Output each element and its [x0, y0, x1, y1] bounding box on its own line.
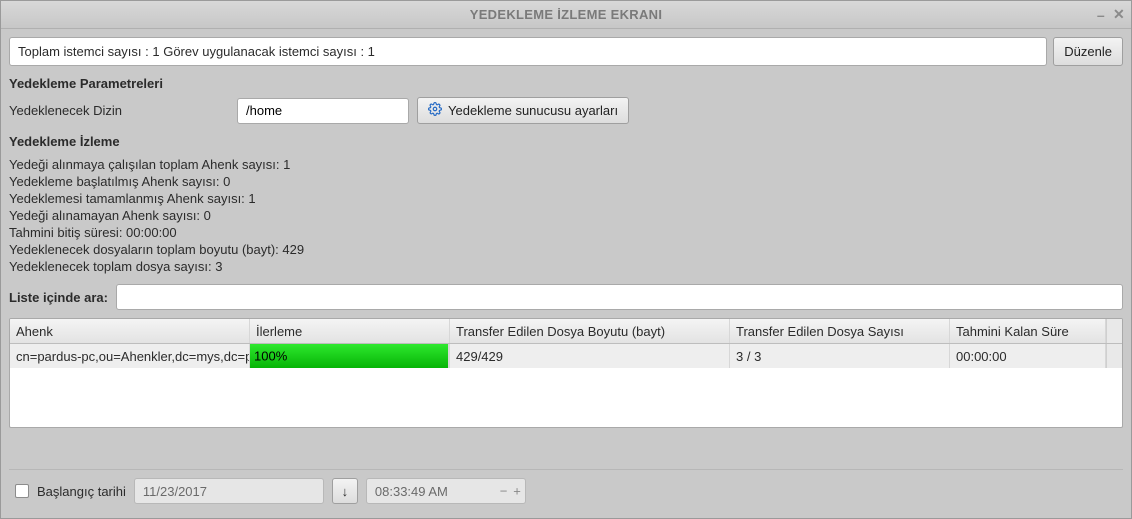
backup-table: Ahenk İlerleme Transfer Edilen Dosya Boy… — [9, 318, 1123, 428]
scrollbar[interactable] — [1106, 344, 1122, 368]
table-row[interactable]: cn=pardus-pc,ou=Ahenkler,dc=mys,dc=pardu… — [10, 344, 1122, 368]
stat-line: Yedeği alınmaya çalışılan toplam Ahenk s… — [9, 157, 1123, 172]
stat-line: Tahmini bitiş süresi: 00:00:00 — [9, 225, 1123, 240]
search-row: Liste içinde ara: — [9, 284, 1123, 310]
cell-eta: 00:00:00 — [950, 344, 1106, 368]
client-summary-field: Toplam istemci sayısı : 1 Görev uygulana… — [9, 37, 1047, 66]
edit-button-label: Düzenle — [1064, 44, 1112, 59]
info-bar-row: Toplam istemci sayısı : 1 Görev uygulana… — [9, 37, 1123, 66]
server-settings-button[interactable]: Yedekleme sunucusu ayarları — [417, 97, 629, 124]
cell-files: 3 / 3 — [730, 344, 950, 368]
time-stepper: − + — [500, 484, 521, 499]
client-summary-text: Toplam istemci sayısı : 1 Görev uygulana… — [18, 44, 375, 59]
stat-line: Yedekleme başlatılmış Ahenk sayısı: 0 — [9, 174, 1123, 189]
server-settings-label: Yedekleme sunucusu ayarları — [448, 103, 618, 118]
start-time-value: 08:33:49 AM — [375, 484, 448, 499]
minimize-icon[interactable]: – — [1097, 7, 1105, 23]
date-picker-button[interactable]: ↓ — [332, 478, 358, 504]
stat-line: Yedeklemesi tamamlanmış Ahenk sayısı: 1 — [9, 191, 1123, 206]
stat-line: Yedeklenecek dosyaların toplam boyutu (b… — [9, 242, 1123, 257]
cell-progress: 100% — [250, 344, 450, 368]
cell-ahenk: cn=pardus-pc,ou=Ahenkler,dc=mys,dc=pardu… — [10, 344, 250, 368]
window-controls: – ✕ — [1097, 1, 1125, 28]
table-header-row: Ahenk İlerleme Transfer Edilen Dosya Boy… — [10, 319, 1122, 344]
search-label: Liste içinde ara: — [9, 290, 108, 305]
footer-row: Başlangıç tarihi 11/23/2017 ↓ 08:33:49 A… — [9, 469, 1123, 514]
close-icon[interactable]: ✕ — [1113, 6, 1125, 23]
gear-icon — [428, 102, 442, 119]
col-files[interactable]: Transfer Edilen Dosya Sayısı — [730, 319, 950, 343]
col-progress[interactable]: İlerleme — [250, 319, 450, 343]
col-eta[interactable]: Tahmini Kalan Süre — [950, 319, 1106, 343]
search-input[interactable] — [116, 284, 1123, 310]
backup-dir-label: Yedeklenecek Dizin — [9, 103, 229, 118]
start-date-field[interactable]: 11/23/2017 — [134, 478, 324, 504]
monitor-stats: Yedeği alınmaya çalışılan toplam Ahenk s… — [9, 155, 1123, 276]
backup-dir-input[interactable] — [237, 98, 409, 124]
params-section-title: Yedekleme Parametreleri — [9, 76, 1123, 91]
start-time-field[interactable]: 08:33:49 AM − + — [366, 478, 526, 504]
scrollbar-header — [1106, 319, 1122, 343]
cell-bytes: 429/429 — [450, 344, 730, 368]
window-title: YEDEKLEME İZLEME EKRANI — [470, 7, 663, 22]
progress-text: 100% — [254, 349, 287, 364]
arrow-down-icon: ↓ — [342, 484, 349, 499]
backup-dir-row: Yedeklenecek Dizin Yedekleme sunucusu ay… — [9, 97, 1123, 124]
stat-line: Yedeklenecek toplam dosya sayısı: 3 — [9, 259, 1123, 274]
stepper-plus-icon[interactable]: + — [513, 484, 521, 499]
content-area: Toplam istemci sayısı : 1 Görev uygulana… — [1, 29, 1131, 518]
stat-line: Yedeği alınamayan Ahenk sayısı: 0 — [9, 208, 1123, 223]
col-bytes[interactable]: Transfer Edilen Dosya Boyutu (bayt) — [450, 319, 730, 343]
titlebar: YEDEKLEME İZLEME EKRANI – ✕ — [1, 1, 1131, 29]
start-date-checkbox[interactable] — [15, 484, 29, 498]
table-body: cn=pardus-pc,ou=Ahenkler,dc=mys,dc=pardu… — [10, 344, 1122, 427]
edit-button[interactable]: Düzenle — [1053, 37, 1123, 66]
backup-monitor-window: YEDEKLEME İZLEME EKRANI – ✕ Toplam istem… — [0, 0, 1132, 519]
monitor-section-title: Yedekleme İzleme — [9, 134, 1123, 149]
start-date-label: Başlangıç tarihi — [37, 484, 126, 499]
col-ahenk[interactable]: Ahenk — [10, 319, 250, 343]
start-date-value: 11/23/2017 — [143, 484, 207, 499]
stepper-minus-icon[interactable]: − — [500, 484, 508, 499]
